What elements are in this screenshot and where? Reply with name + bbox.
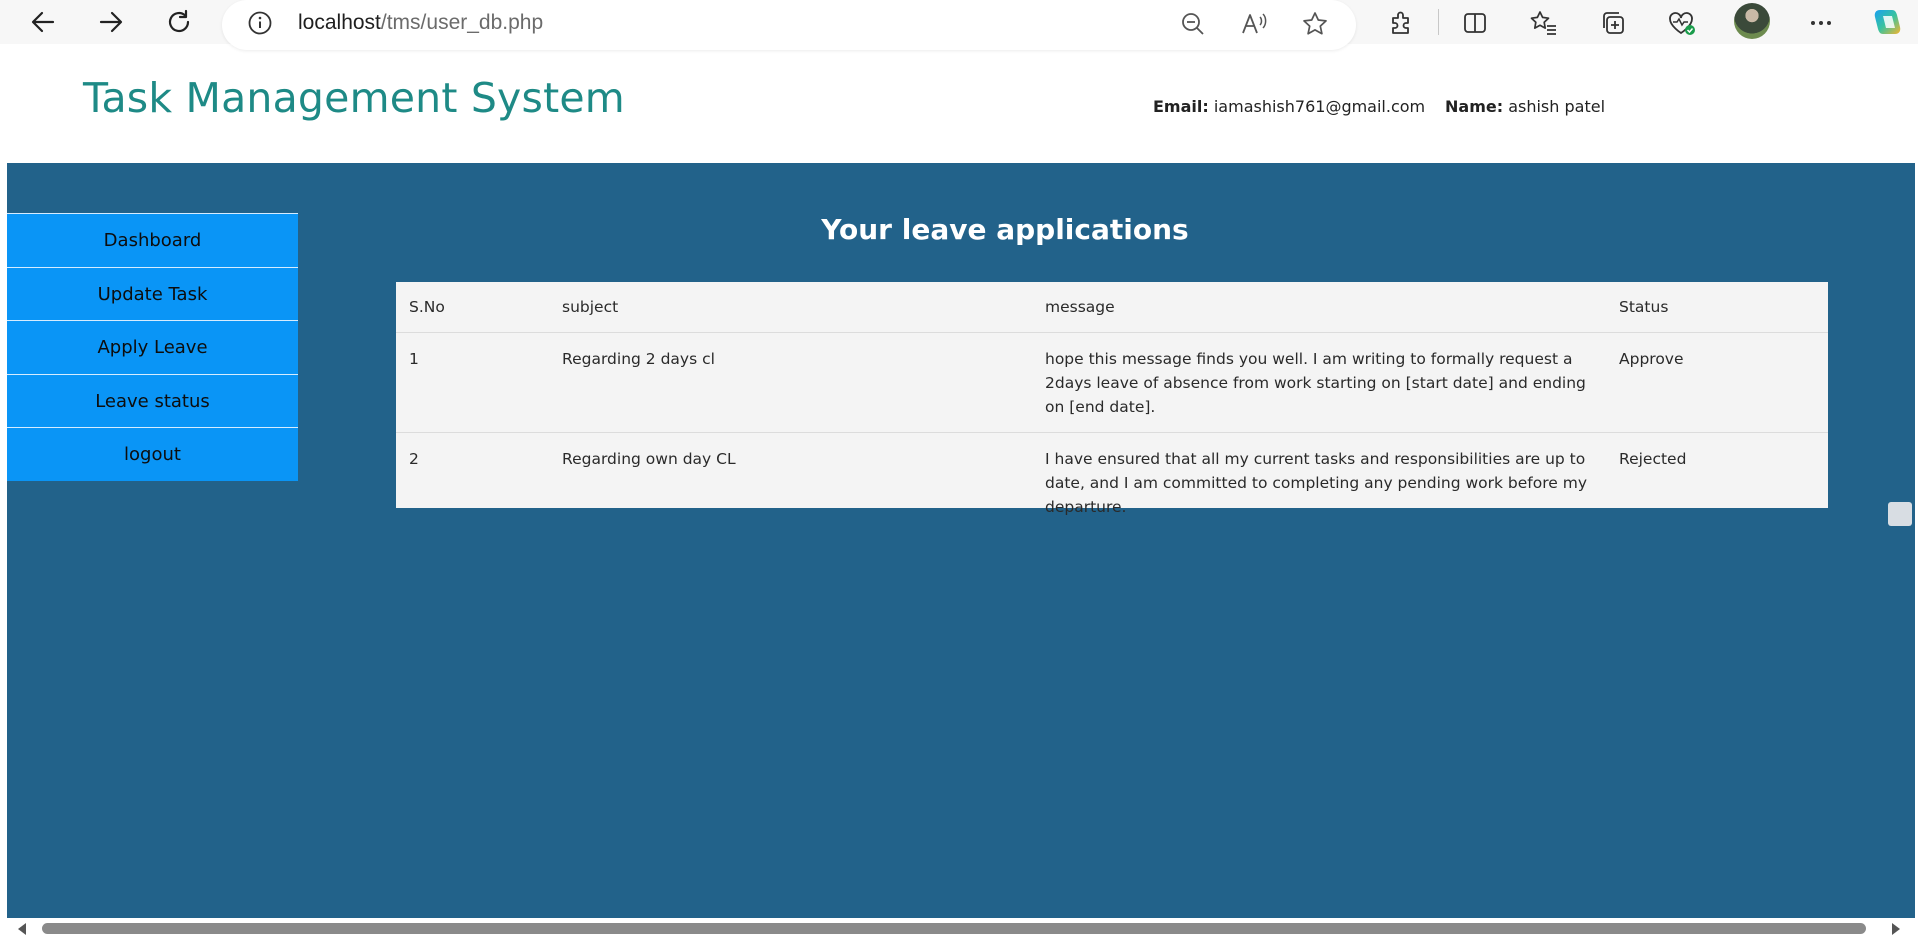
cell-subject: Regarding own day CL <box>562 450 736 468</box>
refresh-icon[interactable] <box>161 4 197 40</box>
info-icon[interactable] <box>246 9 274 37</box>
browser-toolbar: localhost/tms/user_db.php <box>0 0 1918 50</box>
column-header-subject: subject <box>562 298 619 316</box>
sidebar-item-dashboard[interactable]: Dashboard <box>7 213 298 267</box>
sidebar-item-leave-status[interactable]: Leave status <box>7 373 298 428</box>
browser-essentials-icon[interactable] <box>1662 4 1700 42</box>
site-header: Task Management System Email: iamashish7… <box>7 56 1915 163</box>
toolbar-separator <box>1438 9 1439 35</box>
copilot-icon[interactable] <box>1870 4 1906 40</box>
name-value: ashish patel <box>1508 97 1606 116</box>
column-header-sno: S.No <box>409 298 445 316</box>
column-header-message: message <box>1045 298 1115 316</box>
cell-status: Rejected <box>1619 450 1687 468</box>
address-bar[interactable]: localhost/tms/user_db.php <box>222 0 1356 50</box>
star-icon[interactable] <box>1298 7 1332 41</box>
page-title: Your leave applications <box>821 213 1189 246</box>
page-body: Task Management System Email: iamashish7… <box>7 56 1915 918</box>
url-host: localhost <box>298 11 381 34</box>
forward-arrow-icon[interactable] <box>93 4 129 40</box>
column-header-status: Status <box>1619 298 1669 316</box>
cell-subject: Regarding 2 days cl <box>562 350 715 368</box>
name-label: Name: <box>1445 97 1504 116</box>
sidebar-item-logout[interactable]: logout <box>7 427 298 481</box>
puzzle-icon[interactable] <box>1382 4 1420 42</box>
scrollbar-thumb[interactable] <box>42 923 1866 934</box>
read-aloud-icon[interactable] <box>1237 7 1271 41</box>
more-icon[interactable] <box>1802 4 1840 42</box>
leave-table: S.No subject message Status 1 Regarding … <box>396 282 1828 516</box>
zoom-out-icon[interactable] <box>1176 7 1210 41</box>
cell-sno: 1 <box>409 350 419 368</box>
profile-avatar[interactable] <box>1734 3 1770 39</box>
cell-message: I have ensured that all my current tasks… <box>1045 450 1588 516</box>
horizontal-scrollbar[interactable] <box>0 918 1918 939</box>
cell-status: Approve <box>1619 350 1684 368</box>
url-path: /tms/user_db.php <box>380 11 544 34</box>
email-label: Email: <box>1153 97 1209 116</box>
cell-sno: 2 <box>409 450 419 468</box>
collections-icon[interactable] <box>1594 4 1632 42</box>
sidebar-nav: Dashboard Update Task Apply Leave Leave … <box>7 213 298 481</box>
url-text[interactable]: localhost/tms/user_db.php <box>298 11 543 35</box>
table-row: 1 Regarding 2 days cl hope this message … <box>396 333 1828 433</box>
table-row: 2 Regarding own day CL I have ensured th… <box>396 433 1828 516</box>
email-value: iamashish761@gmail.com <box>1213 97 1426 116</box>
table-header-row: S.No subject message Status <box>396 282 1828 333</box>
user-name: Name: ashish patel <box>1445 97 1605 116</box>
split-screen-icon[interactable] <box>1456 4 1494 42</box>
favorites-icon[interactable] <box>1525 4 1563 42</box>
sidebar-toggle-icon[interactable] <box>1888 502 1912 526</box>
site-title: Task Management System <box>83 74 625 122</box>
sidebar-item-update-task[interactable]: Update Task <box>7 266 298 321</box>
scroll-left-arrow-icon[interactable] <box>18 923 26 935</box>
scroll-right-arrow-icon[interactable] <box>1892 923 1900 935</box>
cell-message: hope this message finds you well. I am w… <box>1045 350 1586 416</box>
back-arrow-icon[interactable] <box>25 4 61 40</box>
user-email: Email: iamashish761@gmail.com <box>1153 97 1425 116</box>
sidebar-item-apply-leave[interactable]: Apply Leave <box>7 320 298 374</box>
